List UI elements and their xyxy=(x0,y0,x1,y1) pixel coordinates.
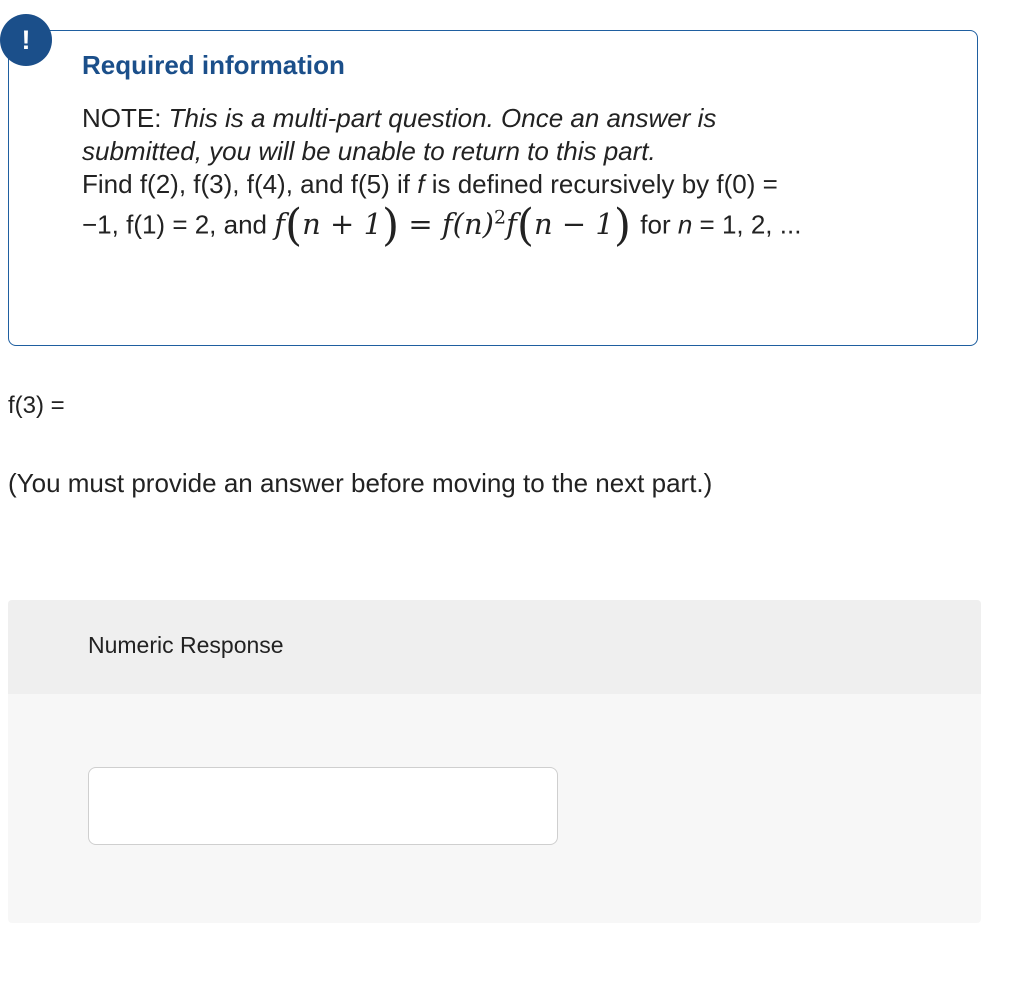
n-variable: n xyxy=(677,209,693,240)
numeric-response-header: Numeric Response xyxy=(8,600,981,694)
submission-notice: (You must provide an answer before movin… xyxy=(8,468,713,498)
f5-term: f(5) if xyxy=(350,169,418,199)
numeric-response-section: Numeric Response xyxy=(8,600,981,923)
required-information-title: Required information xyxy=(82,50,345,80)
f3-term: f(3), xyxy=(193,169,247,199)
for-text: for xyxy=(640,209,678,240)
recurrence-formula: f(n + 1) = f(n)2f(n − 1) xyxy=(274,199,632,251)
question-label: f(3) = xyxy=(8,392,65,419)
question-note: NOTE: This is a multi-part question. Onc… xyxy=(82,102,882,251)
answer-input[interactable] xyxy=(88,767,558,845)
initial-conditions: −1, f(1) = 2, and xyxy=(82,209,268,240)
exclamation-icon: ! xyxy=(0,14,52,66)
note-prefix: NOTE: xyxy=(82,103,169,133)
n-values: = 1, 2, ... xyxy=(692,209,802,240)
note-text-2: submitted, you will be unable to return … xyxy=(82,136,656,166)
f2-term: f(2), xyxy=(139,169,194,199)
numeric-response-label: Numeric Response xyxy=(88,632,284,658)
f0-term: f(0) = xyxy=(716,169,778,199)
note-text-1: This is a multi-part question. Once an a… xyxy=(168,103,717,133)
defined-text: is defined recursively by xyxy=(424,169,717,199)
f4-term: f(4), and xyxy=(246,169,351,199)
find-prefix: Find xyxy=(82,169,140,199)
